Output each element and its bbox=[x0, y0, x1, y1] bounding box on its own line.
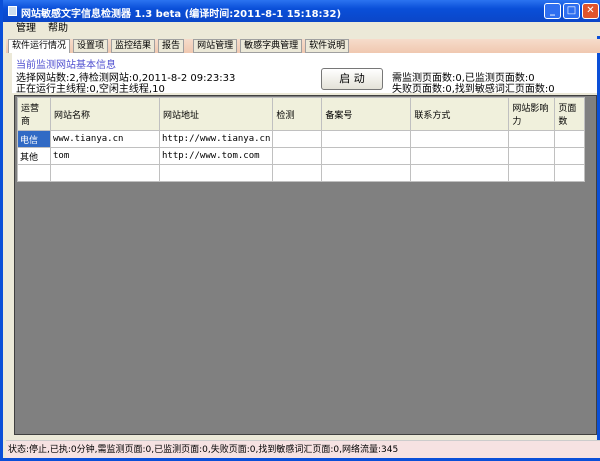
info-panel: 当前监测网站基本信息 选择网站数:2,待检测网站:0,2011-8-2 09:2… bbox=[12, 53, 597, 95]
table-row[interactable]: 其他 tom http://www.tom.com bbox=[17, 147, 586, 165]
app-icon bbox=[8, 6, 17, 16]
table-cell[interactable] bbox=[554, 164, 586, 182]
thread-text: 正在运行主线程:0,空闲主线程,10 bbox=[16, 84, 165, 95]
title-bar: 网站敏感文字信息检测器 1.3 beta (编译时间:2011-8-1 15:1… bbox=[3, 0, 600, 22]
failed-count-text: 失败页面数:0,找到敏感词汇页面数:0 bbox=[392, 84, 555, 95]
col-check[interactable]: 检测 bbox=[272, 97, 323, 131]
table-cell[interactable] bbox=[508, 130, 556, 148]
table-cell[interactable] bbox=[321, 164, 412, 182]
table-cell[interactable] bbox=[410, 147, 510, 165]
col-page-count[interactable]: 页面数 bbox=[554, 97, 586, 131]
tab-dictionary[interactable]: 敏感字典管理 bbox=[240, 39, 303, 53]
table-row[interactable] bbox=[17, 164, 586, 182]
table-cell[interactable]: 其他 bbox=[17, 147, 51, 165]
tab-about[interactable]: 软件说明 bbox=[305, 39, 350, 53]
table-cell[interactable] bbox=[321, 147, 412, 165]
col-site-url[interactable]: 网站地址 bbox=[158, 97, 274, 131]
site-table: 运营商 网站名称 网站地址 检测 备案号 联系方式 网站影响力 页面数 电信 ww… bbox=[17, 97, 586, 182]
start-button[interactable]: 启 动 bbox=[321, 68, 383, 90]
table-cell[interactable]: 电信 bbox=[17, 130, 51, 148]
close-button[interactable]: ✕ bbox=[582, 3, 599, 19]
table-row[interactable]: 电信 www.tianya.cn http://www.tianya.cn bbox=[17, 130, 586, 148]
window-title: 网站敏感文字信息检测器 1.3 beta (编译时间:2011-8-1 15:1… bbox=[21, 9, 342, 20]
table-cell[interactable] bbox=[554, 130, 586, 148]
menu-manage[interactable]: 管理 bbox=[16, 22, 36, 36]
col-contact[interactable]: 联系方式 bbox=[410, 97, 510, 131]
tab-report[interactable]: 报告 bbox=[158, 39, 185, 53]
table-cell[interactable] bbox=[508, 147, 556, 165]
col-site-name[interactable]: 网站名称 bbox=[50, 97, 160, 131]
table-cell[interactable] bbox=[50, 164, 160, 182]
tab-run-status[interactable]: 软件运行情况 bbox=[8, 39, 71, 53]
col-record-no[interactable]: 备案号 bbox=[321, 97, 412, 131]
status-bar: 状态:停止,已执:0分钟,需监测页面:0,已监测页面:0,失败页面:0,找到敏感… bbox=[6, 440, 600, 458]
table-cell[interactable] bbox=[17, 164, 51, 182]
table-cell[interactable] bbox=[508, 164, 556, 182]
table-cell[interactable] bbox=[410, 164, 510, 182]
table-cell[interactable] bbox=[554, 147, 586, 165]
site-grid: 运营商 网站名称 网站地址 检测 备案号 联系方式 网站影响力 页面数 电信 ww… bbox=[14, 95, 597, 435]
table-cell[interactable]: tom bbox=[50, 147, 160, 165]
col-operator[interactable]: 运营商 bbox=[17, 97, 51, 131]
table-cell[interactable] bbox=[410, 130, 510, 148]
table-cell[interactable] bbox=[321, 130, 412, 148]
tab-site-manage[interactable]: 网站管理 bbox=[193, 39, 238, 53]
table-cell[interactable] bbox=[272, 164, 323, 182]
table-cell[interactable]: http://www.tianya.cn bbox=[158, 130, 274, 148]
table-cell[interactable] bbox=[158, 164, 274, 182]
tab-monitor-results[interactable]: 监控结果 bbox=[111, 39, 156, 53]
menu-help[interactable]: 帮助 bbox=[48, 22, 68, 36]
main-window: 网站敏感文字信息检测器 1.3 beta (编译时间:2011-8-1 15:1… bbox=[0, 0, 600, 461]
maximize-button[interactable]: □ bbox=[563, 3, 580, 19]
tab-bar: 软件运行情况 设置项 监控结果 报告 网站管理 敏感字典管理 软件说明 bbox=[6, 39, 600, 53]
minimize-button[interactable]: _ bbox=[544, 3, 561, 19]
table-cell[interactable] bbox=[272, 147, 323, 165]
menu-bar: 管理 帮助 bbox=[6, 22, 600, 36]
tab-settings[interactable]: 设置项 bbox=[73, 39, 109, 53]
table-cell[interactable]: www.tianya.cn bbox=[50, 130, 160, 148]
table-cell[interactable] bbox=[272, 130, 323, 148]
table-cell[interactable]: http://www.tom.com bbox=[158, 147, 274, 165]
col-influence[interactable]: 网站影响力 bbox=[508, 97, 556, 131]
